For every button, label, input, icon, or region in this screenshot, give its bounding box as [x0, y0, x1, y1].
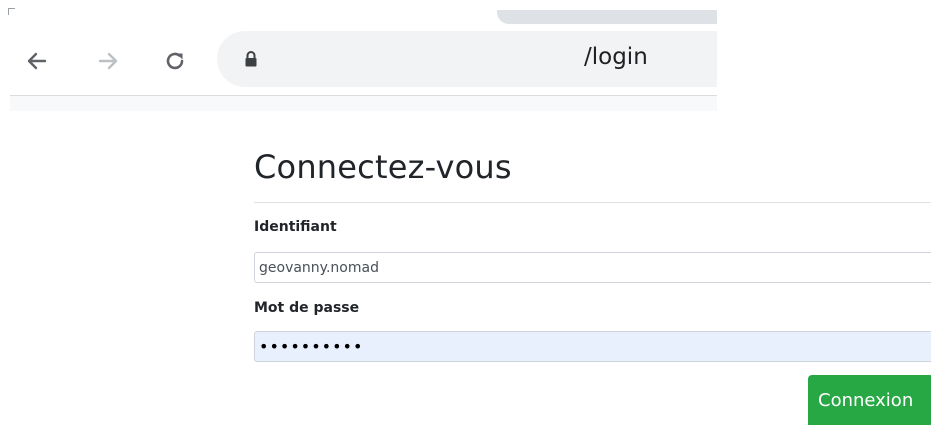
- browser-toolbar: /login: [0, 28, 717, 92]
- title-divider: [254, 202, 931, 203]
- username-field[interactable]: [254, 252, 931, 283]
- tab-strip: [0, 0, 717, 28]
- login-button[interactable]: Connexion: [808, 375, 931, 425]
- browser-tab[interactable]: [497, 10, 717, 24]
- password-label: Mot de passe: [254, 300, 360, 316]
- page-title: Connectez-vous: [254, 148, 512, 186]
- arrow-right-icon: [98, 52, 118, 70]
- bookmark-bar: [10, 96, 717, 111]
- username-label: Identifiant: [254, 219, 337, 235]
- url-text[interactable]: /login: [584, 44, 648, 70]
- forward-button[interactable]: [93, 46, 123, 76]
- back-button[interactable]: [22, 46, 52, 76]
- password-field[interactable]: [254, 331, 931, 362]
- page: /login Connectez-vous Identifiant Mot de…: [0, 0, 931, 425]
- arrow-left-icon: [27, 52, 47, 70]
- reload-icon: [166, 52, 184, 70]
- reload-button[interactable]: [160, 46, 190, 76]
- tab-corner-mark: [8, 8, 15, 15]
- lock-icon: [245, 51, 257, 67]
- address-bar[interactable]: /login: [217, 31, 717, 87]
